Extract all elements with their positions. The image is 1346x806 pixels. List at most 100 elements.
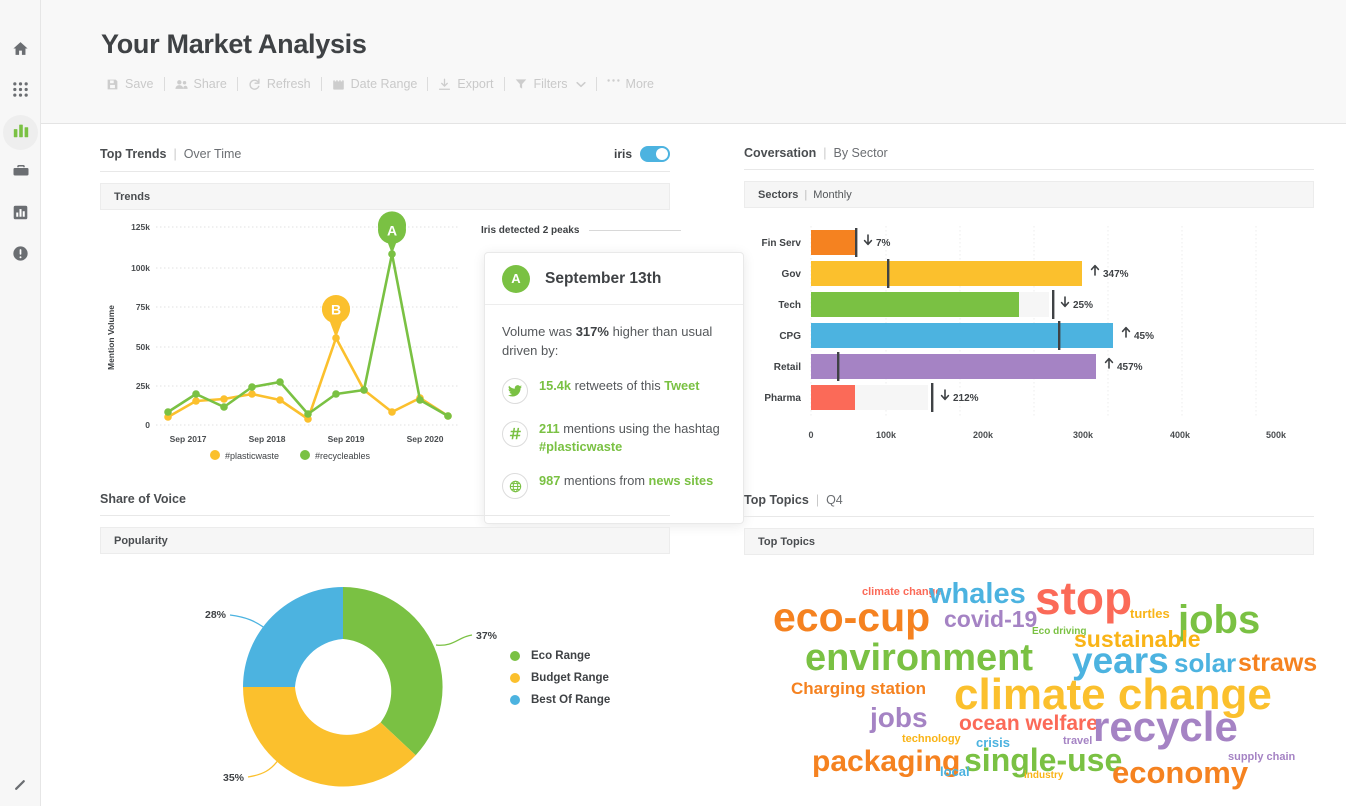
- bar-marker-gov: [887, 259, 890, 288]
- collapse-handle[interactable]: [0, 772, 41, 802]
- sidebar-item-alerts[interactable]: [0, 235, 41, 276]
- legend-item-best-of-range[interactable]: Best Of Range: [510, 694, 610, 706]
- legend-label-budget-range: Budget Range: [531, 672, 609, 684]
- alert-circle-icon: [12, 245, 29, 267]
- donut-slice-budget-range[interactable]: [243, 687, 416, 787]
- iris-driver-value-hashtag: 211: [539, 420, 560, 436]
- bar-pharma[interactable]: [811, 385, 855, 410]
- donut-slice-eco-range[interactable]: [343, 587, 443, 756]
- bar-marker-retail: [837, 352, 840, 381]
- sidebar-item-home[interactable]: [0, 30, 41, 71]
- top-topics-sub-bar: Top Topics: [744, 528, 1314, 555]
- iris-driver-link-plasticwaste[interactable]: #plasticwaste: [539, 439, 622, 454]
- x-tick-100k: 100k: [876, 430, 897, 440]
- word-cloud-term[interactable]: ocean welfare: [959, 713, 1098, 734]
- bar-chart-icon: [12, 121, 30, 144]
- peak-badge-a: A: [502, 264, 530, 293]
- word-cloud-term[interactable]: supply chain: [1228, 752, 1295, 763]
- panel-share-of-voice-header: Share of Voice: [100, 492, 670, 516]
- popularity-sub-bar-label: Popularity: [114, 534, 168, 547]
- bar-delta-pharma: 212%: [940, 389, 979, 404]
- svg-text:457%: 457%: [1117, 362, 1143, 373]
- export-button[interactable]: Export: [428, 77, 503, 91]
- bar-marker-tech: [1052, 290, 1055, 319]
- toolbar: Save Share Refresh Date Range Export Fil…: [101, 74, 664, 94]
- x-tick-300k: 300k: [1073, 430, 1094, 440]
- save-button-label: Save: [125, 77, 154, 91]
- word-cloud-term[interactable]: industry: [1024, 771, 1063, 781]
- more-button[interactable]: More: [597, 77, 664, 91]
- iris-driver-text-news: 987 mentions from news sites: [539, 472, 713, 490]
- word-cloud-term[interactable]: covid-19: [944, 608, 1037, 631]
- share-users-icon: [174, 78, 188, 91]
- word-cloud-term[interactable]: packaging: [812, 747, 960, 777]
- sidebar-item-apps[interactable]: [0, 71, 41, 112]
- filters-button[interactable]: Filters: [505, 77, 596, 91]
- share-button[interactable]: Share: [165, 77, 237, 91]
- refresh-button-label: Refresh: [266, 77, 311, 91]
- sidebar-item-briefcase[interactable]: [0, 153, 41, 194]
- panel-conversation-header: Coversation | By Sector: [744, 146, 1314, 170]
- word-cloud-term[interactable]: Charging station: [791, 680, 926, 697]
- legend-dot-budget-range: [510, 673, 520, 683]
- word-cloud-term[interactable]: technology: [902, 734, 961, 745]
- iris-card-body: Volume was 317% higher than usual driven…: [485, 305, 743, 499]
- bar-gov[interactable]: [811, 261, 1082, 286]
- x-tick-0: 0: [808, 430, 813, 440]
- word-cloud-term[interactable]: whales: [929, 580, 1026, 609]
- download-icon: [438, 78, 451, 91]
- word-cloud-term[interactable]: eco-cup: [773, 597, 930, 638]
- sidebar-item-reports[interactable]: [0, 194, 41, 235]
- popularity-sub-bar: Popularity: [100, 527, 670, 554]
- date-range-button-label: Date Range: [350, 77, 418, 91]
- date-range-button[interactable]: Date Range: [322, 77, 428, 91]
- bar-label-retail: Retail: [774, 362, 801, 373]
- iris-toggle-group: iris: [614, 146, 670, 162]
- donut-leader-eco: [435, 634, 473, 646]
- bar-cpg[interactable]: [811, 323, 1113, 348]
- share-of-voice-donut-chart[interactable]: 37% 28% 35%: [200, 575, 520, 800]
- iris-peak-card[interactable]: A September 13th Volume was 317% higher …: [484, 252, 744, 524]
- legend-item-eco-range[interactable]: Eco Range: [510, 650, 610, 662]
- save-button[interactable]: Save: [101, 77, 164, 91]
- bar-delta-gov: 347%: [1090, 264, 1129, 280]
- iris-driver-row-hashtag[interactable]: 211 mentions using the hashtag #plasticw…: [502, 420, 726, 456]
- word-cloud-term[interactable]: jobs: [870, 704, 928, 732]
- sectors-bar-chart[interactable]: Fin Serv 7% Gov 347% Tech 25% CPG 45% Re…: [744, 222, 1314, 447]
- bar-delta-cpg: 45%: [1121, 326, 1154, 342]
- iris-lead-value: 317%: [575, 324, 609, 339]
- iris-toggle-label: iris: [613, 147, 632, 161]
- iris-toggle[interactable]: [640, 146, 670, 162]
- iris-peaks-header: Iris detected 2 peaks: [481, 225, 681, 236]
- panel-top-topics-header: Top Topics | Q4: [744, 493, 1314, 517]
- trends-line-chart[interactable]: 125k 100k 75k 50k 25k 0 Mention Volume S…: [100, 210, 500, 465]
- bar-label-gov: Gov: [782, 269, 802, 280]
- panel-conversation: Coversation | By Sector Sectors | Monthl…: [744, 146, 1314, 208]
- peak-marker-a[interactable]: A: [378, 211, 406, 254]
- word-cloud-term[interactable]: turtles: [1130, 607, 1170, 620]
- y-tick-100k: 100k: [131, 263, 150, 273]
- iris-driver-row-twitter[interactable]: 15.4k retweets of this Tweet: [502, 377, 726, 404]
- sectors-sub-bar-title: Sectors: [758, 188, 799, 201]
- bar-retail[interactable]: [811, 354, 1096, 379]
- refresh-button[interactable]: Refresh: [238, 77, 321, 91]
- word-cloud-term[interactable]: stop: [1035, 575, 1132, 621]
- peak-marker-b[interactable]: B: [322, 295, 350, 338]
- word-cloud-term[interactable]: local: [940, 765, 970, 778]
- briefcase-icon: [12, 162, 30, 185]
- iris-driver-link-news-sites[interactable]: news sites: [649, 473, 714, 488]
- donut-slice-best-of-range[interactable]: [243, 587, 343, 687]
- sidebar-item-analytics[interactable]: [0, 112, 41, 153]
- bar-delta-fin-serv: 7%: [863, 234, 891, 249]
- legend-item-budget-range[interactable]: Budget Range: [510, 672, 610, 684]
- trends-sub-bar: Trends: [100, 183, 670, 210]
- bar-marker-fin-serv: [855, 228, 858, 257]
- legend-label-plasticwaste: #plasticwaste: [225, 451, 279, 461]
- bar-tech[interactable]: [811, 292, 1019, 317]
- top-topics-word-cloud[interactable]: climate change whales stop turtles jobs eco-c…: [744, 556, 1317, 806]
- svg-text:B: B: [331, 302, 341, 318]
- chevron-down-icon: [575, 77, 586, 91]
- iris-driver-link-tweet[interactable]: Tweet: [664, 378, 699, 393]
- panel-conversation-title: Coversation: [744, 146, 817, 160]
- bar-fin-serv[interactable]: [811, 230, 855, 255]
